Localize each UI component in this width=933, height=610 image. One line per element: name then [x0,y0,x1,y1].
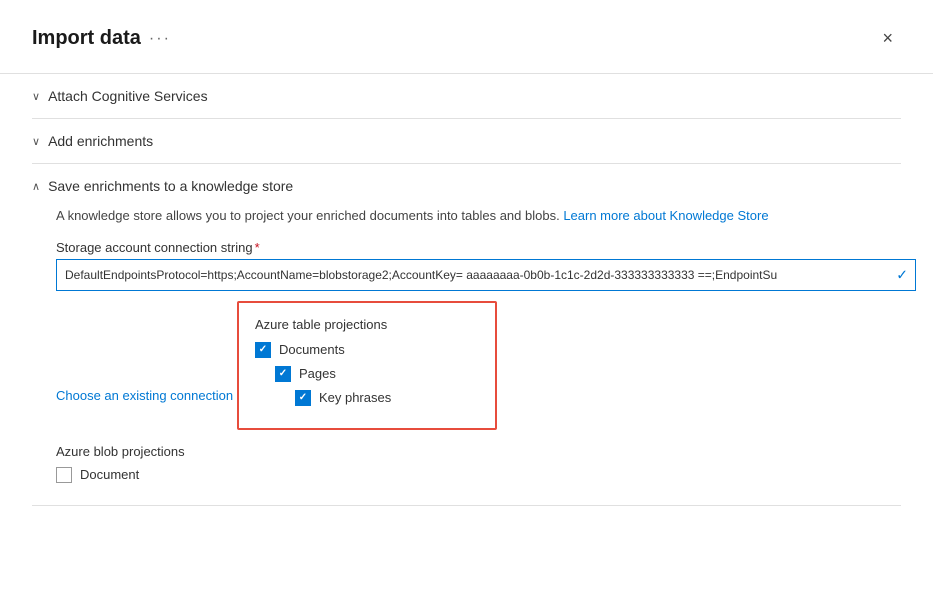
add-enrichments-label: Add enrichments [48,133,153,149]
checkbox-documents-check: ✓ [259,344,267,355]
checkbox-row-pages[interactable]: ✓ Pages [275,366,479,382]
knowledge-store-description: A knowledge store allows you to project … [56,206,901,226]
checkbox-documents-label: Documents [279,342,345,357]
checkbox-key-phrases[interactable]: ✓ [295,390,311,406]
checkbox-pages-label: Pages [299,366,336,381]
add-enrichments-chevron: ∨ [32,135,40,148]
connection-string-wrapper: ✓ [56,259,916,291]
save-enrichments-header[interactable]: ∧ Save enrichments to a knowledge store [32,178,901,194]
attach-cognitive-chevron: ∨ [32,90,40,103]
save-enrichments-label: Save enrichments to a knowledge store [48,178,293,194]
connection-string-field: Storage account connection string* ✓ [56,240,901,291]
checkbox-row-documents[interactable]: ✓ Documents [255,342,479,358]
attach-cognitive-header[interactable]: ∨ Attach Cognitive Services [32,88,901,104]
panel-title: Import data [32,27,141,50]
learn-more-link[interactable]: Learn more about Knowledge Store [563,208,768,223]
save-enrichments-section: ∧ Save enrichments to a knowledge store … [32,164,901,506]
checkbox-documents[interactable]: ✓ [255,342,271,358]
choose-connection-link[interactable]: Choose an existing connection [56,388,233,403]
azure-blob-projections: Azure blob projections Document [56,444,901,483]
attach-cognitive-label: Attach Cognitive Services [48,88,208,104]
checkbox-blob-document[interactable] [56,467,72,483]
checkbox-pages[interactable]: ✓ [275,366,291,382]
azure-table-title: Azure table projections [255,317,479,332]
checkbox-pages-check: ✓ [279,368,287,379]
more-options-icon[interactable]: ··· [149,30,171,48]
azure-table-projections-box: Azure table projections ✓ Documents ✓ Pa… [237,301,497,430]
attach-cognitive-section: ∨ Attach Cognitive Services [32,74,901,119]
checkbox-blob-document-label: Document [80,467,139,482]
add-enrichments-section: ∨ Add enrichments [32,119,901,164]
checkbox-row-key-phrases[interactable]: ✓ Key phrases [295,390,479,406]
import-data-panel: Import data ··· × ∨ Attach Cognitive Ser… [0,0,933,610]
panel-header: Import data ··· × [32,24,901,53]
checkbox-row-blob-document[interactable]: Document [56,467,901,483]
connection-string-label: Storage account connection string* [56,240,901,255]
input-check-icon: ✓ [896,266,908,283]
checkbox-key-phrases-label: Key phrases [319,390,391,405]
close-button[interactable]: × [874,24,901,53]
add-enrichments-header[interactable]: ∨ Add enrichments [32,133,901,149]
save-enrichments-content: A knowledge store allows you to project … [32,194,901,483]
save-enrichments-chevron: ∧ [32,180,40,193]
checkbox-key-phrases-check: ✓ [299,392,307,403]
title-row: Import data ··· [32,27,171,50]
azure-blob-title: Azure blob projections [56,444,901,459]
connection-string-input[interactable] [56,259,916,291]
